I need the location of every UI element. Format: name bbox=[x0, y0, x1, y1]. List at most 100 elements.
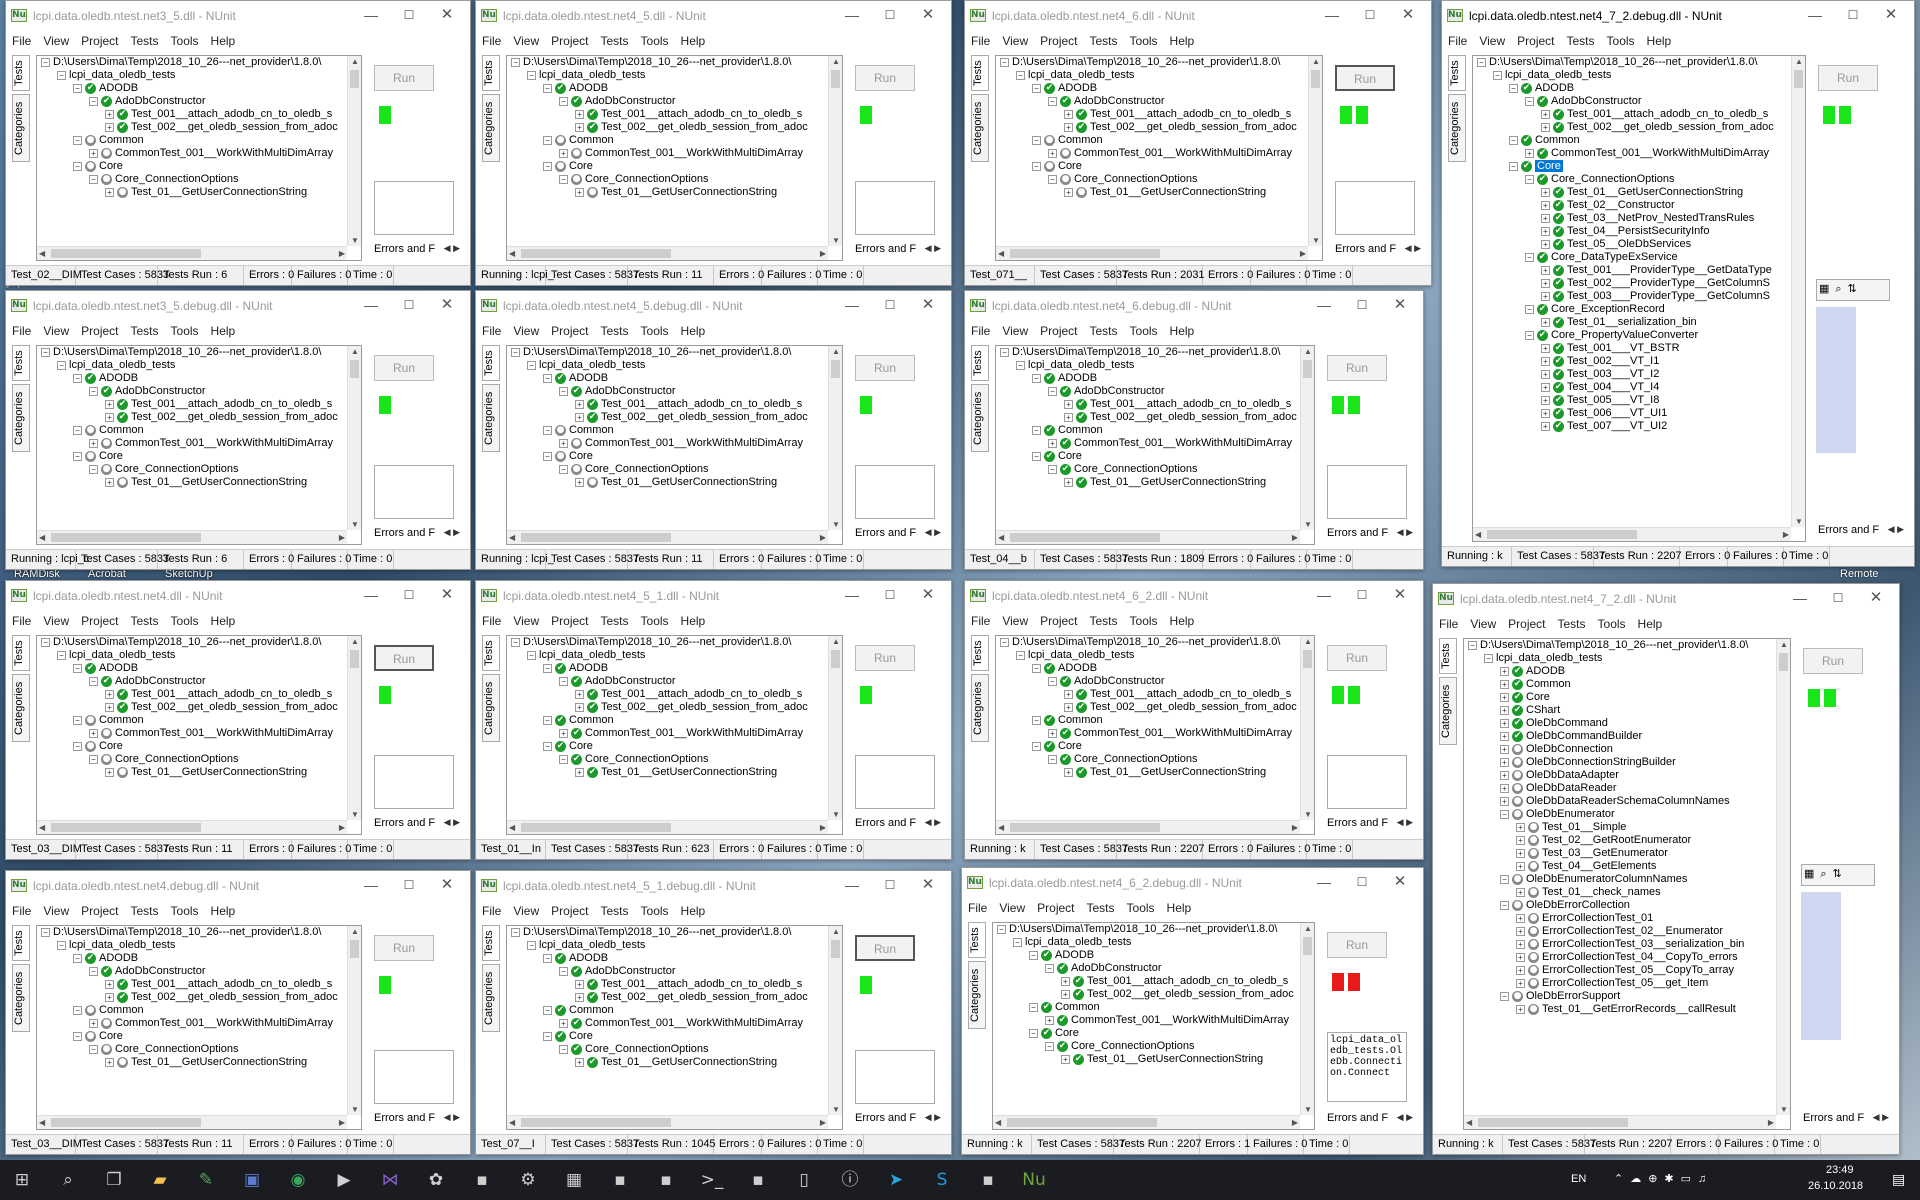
expand-icon[interactable]: + bbox=[1541, 226, 1550, 236]
tree-node[interactable]: + ✔ CommonTest_001__WorkWithMultiDimArray bbox=[996, 727, 1300, 740]
tree-horizontal-scrollbar[interactable]: ◀ ▶ bbox=[1473, 527, 1791, 541]
maximize-icon[interactable]: ☐ bbox=[1345, 585, 1379, 605]
expand-icon[interactable]: + bbox=[575, 477, 584, 487]
menu-tests[interactable]: Tests bbox=[1084, 611, 1124, 628]
tree-node[interactable]: − ● OleDbEnumeratorColumnNames bbox=[1464, 873, 1776, 886]
menu-help[interactable]: Help bbox=[205, 321, 242, 338]
maximize-icon[interactable]: ☐ bbox=[873, 295, 907, 315]
tree-node[interactable]: + ✔ Test_002__get_oledb_session_from_adoc bbox=[996, 701, 1300, 714]
maximize-icon[interactable]: ☐ bbox=[1353, 5, 1387, 25]
tree-node[interactable]: − ● Core_ConnectionOptions bbox=[37, 173, 347, 186]
expand-icon[interactable]: + bbox=[1045, 1015, 1054, 1025]
tab-tests[interactable]: Tests bbox=[482, 345, 500, 381]
collapse-icon[interactable]: − bbox=[1032, 161, 1041, 171]
tree-node[interactable]: − D:\Users\Dima\Temp\2018_10_26---net_pro… bbox=[37, 56, 347, 69]
expand-icon[interactable]: + bbox=[1048, 728, 1057, 738]
tree-node[interactable]: + ● CommonTest_001__WorkWithMultiDimArray bbox=[507, 147, 828, 160]
menu-tools[interactable]: Tools bbox=[165, 611, 205, 628]
menu-project[interactable]: Project bbox=[1031, 898, 1080, 915]
menu-project[interactable]: Project bbox=[1034, 31, 1083, 48]
collapse-icon[interactable]: − bbox=[73, 663, 82, 673]
title-bar[interactable]: Nu lcpi.data.oledb.ntest.net4_6_2.debug.… bbox=[962, 868, 1423, 898]
nunit-window[interactable]: Nu lcpi.data.oledb.ntest.net4_5.dll - NU… bbox=[475, 0, 952, 286]
search-icon[interactable]: ⌕ bbox=[56, 1168, 80, 1192]
tab-scroll-arrows[interactable]: ◀ ▶ bbox=[1405, 243, 1421, 254]
terminal-icon[interactable]: >_ bbox=[700, 1168, 724, 1192]
expand-icon[interactable]: + bbox=[1516, 978, 1525, 988]
collapse-icon[interactable]: − bbox=[73, 373, 82, 383]
expand-icon[interactable]: + bbox=[1064, 702, 1073, 712]
tab-tests[interactable]: Tests bbox=[482, 635, 500, 671]
tree-node[interactable]: − lcpi_data_oledb_tests bbox=[996, 69, 1308, 82]
tree-node[interactable]: − ✔ Core bbox=[993, 1027, 1300, 1040]
menu-tools[interactable]: Tools bbox=[1601, 31, 1641, 48]
tree-node[interactable]: − ✔ Core bbox=[507, 1030, 828, 1043]
menu-project[interactable]: Project bbox=[75, 31, 124, 48]
expand-icon[interactable]: + bbox=[1500, 718, 1509, 728]
menu-view[interactable]: View bbox=[996, 31, 1034, 48]
menu-help[interactable]: Help bbox=[1164, 321, 1201, 338]
expand-icon[interactable]: + bbox=[1516, 913, 1525, 923]
menu-help[interactable]: Help bbox=[205, 31, 242, 48]
nunit-window[interactable]: Nu lcpi.data.oledb.ntest.net3_5.debug.dl… bbox=[5, 290, 471, 570]
tree-vertical-scrollbar[interactable]: ▲ ▼ bbox=[1776, 639, 1790, 1115]
tree-node[interactable]: + ● Test_01__GetErrorRecords__callResult bbox=[1464, 1003, 1776, 1016]
tree-node[interactable]: − ✔ AdoDbConstructor bbox=[996, 95, 1308, 108]
tree-node[interactable]: + ✔ Test_001__attach_adodb_cn_to_oledb_s bbox=[507, 398, 828, 411]
menu-project[interactable]: Project bbox=[545, 31, 594, 48]
tree-node[interactable]: + ● Test_01__Simple bbox=[1464, 821, 1776, 834]
tree-node[interactable]: + ✔ Test_002__get_oledb_session_from_adoc bbox=[37, 411, 347, 424]
telegram-icon[interactable]: ➤ bbox=[884, 1168, 908, 1192]
collapse-icon[interactable]: − bbox=[57, 360, 66, 370]
collapse-icon[interactable]: − bbox=[1484, 653, 1493, 663]
tree-horizontal-scrollbar[interactable]: ◀ ▶ bbox=[993, 1115, 1300, 1129]
tree-vertical-scrollbar[interactable]: ▲ ▼ bbox=[828, 346, 842, 530]
collapse-icon[interactable]: − bbox=[559, 676, 568, 686]
test-tree[interactable]: − D:\Users\Dima\Temp\2018_10_26---net_pro… bbox=[36, 635, 362, 835]
nunit-window[interactable]: Nu lcpi.data.oledb.ntest.net3_5.dll - NU… bbox=[5, 0, 471, 286]
expand-icon[interactable]: + bbox=[1500, 692, 1509, 702]
tree-node[interactable]: + ● CommonTest_001__WorkWithMultiDimArray bbox=[507, 437, 828, 450]
tree-node[interactable]: − lcpi_data_oledb_tests bbox=[993, 936, 1300, 949]
menu-tests[interactable]: Tests bbox=[125, 611, 165, 628]
tray-icons[interactable]: ⌃☁⊕✱▭♫ bbox=[1614, 1172, 1713, 1185]
clock-time[interactable]: 23:49 bbox=[1826, 1164, 1854, 1176]
expand-icon[interactable]: + bbox=[575, 1057, 584, 1067]
tree-horizontal-scrollbar[interactable]: ◀ ▶ bbox=[507, 1115, 828, 1129]
tree-node[interactable]: + ✔ Test_01__GetUserConnectionString bbox=[996, 766, 1300, 779]
expand-icon[interactable]: + bbox=[1500, 666, 1509, 676]
collapse-icon[interactable]: − bbox=[41, 927, 50, 937]
errors-and-failures-tab[interactable]: Errors and F bbox=[855, 243, 916, 255]
tree-node[interactable]: + ● OleDbConnection bbox=[1464, 743, 1776, 756]
tab-tests[interactable]: Tests bbox=[971, 635, 989, 671]
expand-icon[interactable]: + bbox=[89, 1018, 98, 1028]
tree-node[interactable]: − ✔ AdoDbConstructor bbox=[507, 95, 828, 108]
tree-node[interactable]: + ✔ Test_001__attach_adodb_cn_to_oledb_s bbox=[996, 688, 1300, 701]
collapse-icon[interactable]: − bbox=[543, 715, 552, 725]
tree-node[interactable]: + ✔ CommonTest_001__WorkWithMultiDimArray bbox=[993, 1014, 1300, 1027]
tree-node[interactable]: + ✔ Test_002__get_oledb_session_from_adoc bbox=[37, 701, 347, 714]
collapse-icon[interactable]: − bbox=[543, 741, 552, 751]
run-button[interactable]: Run bbox=[855, 355, 915, 381]
app-icon[interactable]: ▪ bbox=[746, 1168, 770, 1192]
tree-node[interactable]: − ✔ Core bbox=[996, 450, 1300, 463]
tree-node[interactable]: + ● OleDbDataReaderSchemaColumnNames bbox=[1464, 795, 1776, 808]
run-button[interactable]: Run bbox=[1327, 932, 1387, 958]
test-tree[interactable]: − D:\Users\Dima\Temp\2018_10_26---net_pro… bbox=[36, 55, 362, 261]
tree-node[interactable]: + ✔ Test_002__get_oledb_session_from_adoc bbox=[1473, 121, 1791, 134]
language-indicator[interactable]: EN bbox=[1571, 1173, 1586, 1185]
tree-node[interactable]: + ✔ Test_05__OleDbServices bbox=[1473, 238, 1791, 251]
tree-node[interactable]: − ✔ Common bbox=[1473, 134, 1791, 147]
tree-node[interactable]: + ● Test_01__check_names bbox=[1464, 886, 1776, 899]
tree-horizontal-scrollbar[interactable]: ◀ ▶ bbox=[37, 820, 347, 834]
tree-node[interactable]: + ✔ Test_004___VT_I4 bbox=[1473, 381, 1791, 394]
run-button[interactable]: Run bbox=[1327, 355, 1387, 381]
tree-node[interactable]: − ● Common bbox=[37, 134, 347, 147]
expand-icon[interactable]: + bbox=[1500, 757, 1509, 767]
errors-and-failures-tab[interactable]: Errors and F bbox=[1327, 1112, 1388, 1124]
menu-tests[interactable]: Tests bbox=[595, 321, 635, 338]
tree-node[interactable]: + ✔ Test_001__attach_adodb_cn_to_oledb_s bbox=[996, 108, 1308, 121]
menu-tests[interactable]: Tests bbox=[125, 31, 165, 48]
tree-node[interactable]: − ✔ ADODB bbox=[996, 662, 1300, 675]
tree-node[interactable]: + ✔ Test_002___ProviderType__GetColumnS bbox=[1473, 277, 1791, 290]
